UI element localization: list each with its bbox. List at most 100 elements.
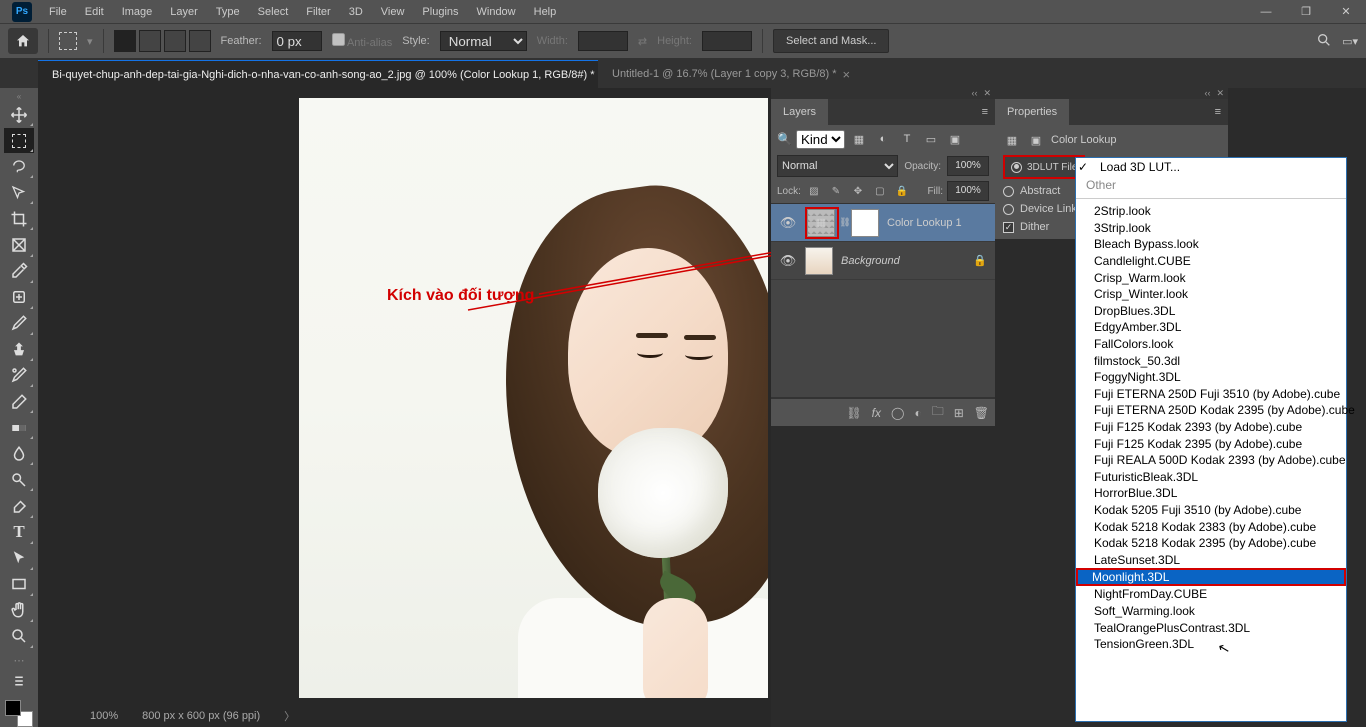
lut-option[interactable]: Fuji REALA 500D Kodak 2393 (by Adobe).cu… <box>1076 452 1346 469</box>
feather-input[interactable] <box>272 31 322 51</box>
lut-option[interactable]: Kodak 5218 Kodak 2395 (by Adobe).cube <box>1076 535 1346 552</box>
tab-document-2[interactable]: Untitled-1 @ 16.7% (Layer 1 copy 3, RGB/… <box>598 60 864 88</box>
eraser-tool[interactable] <box>4 389 34 414</box>
workspace-switcher-icon[interactable]: ▭▾ <box>1342 35 1358 48</box>
lut-option[interactable]: Fuji ETERNA 250D Fuji 3510 (by Adobe).cu… <box>1076 386 1346 403</box>
dodge-tool[interactable] <box>4 467 34 492</box>
fill-value[interactable]: 100% <box>947 181 989 201</box>
lut-option[interactable]: Crisp_Warm.look <box>1076 269 1346 286</box>
lock-transparent-icon[interactable]: ▨ <box>805 182 823 200</box>
lut-option[interactable]: HorrorBlue.3DL <box>1076 485 1346 502</box>
devicelink-radio[interactable] <box>1003 204 1014 215</box>
lut-option[interactable]: Bleach Bypass.look <box>1076 236 1346 253</box>
opacity-value[interactable]: 100% <box>947 156 989 176</box>
select-and-mask-button[interactable]: Select and Mask... <box>773 29 890 53</box>
marquee-tool[interactable] <box>4 128 34 153</box>
filter-smart-icon[interactable]: ▣ <box>945 129 965 149</box>
lut-other[interactable]: Other <box>1076 176 1346 194</box>
eyedropper-tool[interactable] <box>4 259 34 284</box>
visibility-toggle-icon[interactable]: 👁 <box>771 253 805 269</box>
lut-option[interactable]: Candlelight.CUBE <box>1076 253 1346 270</box>
blend-mode-select[interactable]: Normal <box>777 155 898 177</box>
menu-layer[interactable]: Layer <box>161 2 207 22</box>
canvas[interactable] <box>299 98 768 698</box>
menu-view[interactable]: View <box>372 2 414 22</box>
lut-option[interactable]: Kodak 5205 Fuji 3510 (by Adobe).cube <box>1076 502 1346 519</box>
lut-load[interactable]: ✓Load 3D LUT... <box>1076 158 1346 176</box>
lasso-tool[interactable] <box>4 154 34 179</box>
brush-tool[interactable] <box>4 311 34 336</box>
home-button[interactable] <box>8 28 38 54</box>
zoom-tool[interactable] <box>4 624 34 649</box>
menu-file[interactable]: File <box>40 2 76 22</box>
properties-tab[interactable]: Properties <box>995 99 1069 125</box>
blur-tool[interactable] <box>4 441 34 466</box>
visibility-toggle-icon[interactable]: 👁 <box>771 215 805 231</box>
menu-filter[interactable]: Filter <box>297 2 339 22</box>
zoom-level[interactable]: 100% <box>90 710 118 722</box>
link-mask-icon[interactable]: ⛓ <box>839 217 851 228</box>
new-layer-icon[interactable]: ⊞ <box>954 406 964 420</box>
close-panel-icon[interactable]: ✕ <box>983 88 991 99</box>
filter-adjust-icon[interactable]: ◐ <box>873 129 893 149</box>
style-select[interactable]: Normal <box>440 31 527 51</box>
layer-filter-kind[interactable]: Kind <box>796 130 845 149</box>
lut-option[interactable]: TealOrangePlusContrast.3DL <box>1076 619 1346 636</box>
frame-tool[interactable] <box>4 232 34 257</box>
filter-shape-icon[interactable]: ▭ <box>921 129 941 149</box>
layer-name[interactable]: Background <box>835 255 900 267</box>
layer-thumb[interactable] <box>805 247 833 275</box>
hand-tool[interactable] <box>4 598 34 623</box>
history-brush-tool[interactable] <box>4 363 34 388</box>
lut-option[interactable]: Crisp_Winter.look <box>1076 286 1346 303</box>
layer-style-icon[interactable]: fx <box>872 406 881 420</box>
abstract-radio[interactable] <box>1003 186 1014 197</box>
rectangle-tool[interactable] <box>4 572 34 597</box>
layers-tab[interactable]: Layers <box>771 99 828 125</box>
fg-bg-colors[interactable] <box>5 700 33 727</box>
menu-select[interactable]: Select <box>249 2 298 22</box>
menu-3d[interactable]: 3D <box>340 2 372 22</box>
filter-pixel-icon[interactable]: ▦ <box>849 129 869 149</box>
pen-tool[interactable] <box>4 493 34 518</box>
lut-option[interactable]: Moonlight.3DL <box>1076 568 1346 586</box>
menu-window[interactable]: Window <box>468 2 525 22</box>
panel-menu-icon[interactable]: ≡ <box>975 106 995 118</box>
selection-isect-icon[interactable] <box>189 30 211 52</box>
edit-toolbar[interactable] <box>4 668 34 693</box>
mask-thumb[interactable] <box>851 209 879 237</box>
quick-selection-tool[interactable] <box>4 180 34 205</box>
lut-option[interactable]: DropBlues.3DL <box>1076 303 1346 320</box>
lut-option[interactable]: NightFromDay.CUBE <box>1076 586 1346 603</box>
lut-option[interactable]: LateSunset.3DL <box>1076 551 1346 568</box>
lut-option[interactable]: TensionGreen.3DL <box>1076 636 1346 653</box>
close-tab-icon[interactable]: × <box>843 67 851 82</box>
collapse-icon[interactable]: ‹‹ <box>1204 88 1210 99</box>
clone-stamp-tool[interactable] <box>4 337 34 362</box>
lut-option[interactable]: Soft_Warming.look <box>1076 603 1346 620</box>
lut-option[interactable]: EdgyAmber.3DL <box>1076 319 1346 336</box>
lut-option[interactable]: FoggyNight.3DL <box>1076 369 1346 386</box>
lut-option[interactable]: Kodak 5218 Kodak 2383 (by Adobe).cube <box>1076 518 1346 535</box>
lut-option[interactable]: FallColors.look <box>1076 336 1346 353</box>
tab-document-1[interactable]: Bi-quyet-chup-anh-dep-tai-gia-Nghi-dich-… <box>38 60 598 88</box>
window-close-icon[interactable]: ✕ <box>1326 0 1366 23</box>
lock-position-icon[interactable]: ✥ <box>849 182 867 200</box>
adjustment-layer-icon[interactable]: ◐ <box>914 406 921 420</box>
menu-plugins[interactable]: Plugins <box>413 2 467 22</box>
lock-artboard-icon[interactable]: ▢ <box>871 182 889 200</box>
group-icon[interactable]: 🗀 <box>932 402 944 423</box>
selection-add-icon[interactable] <box>139 30 161 52</box>
lock-icon[interactable]: 🔒 <box>973 254 987 267</box>
lut-option[interactable]: Fuji F125 Kodak 2393 (by Adobe).cube <box>1076 419 1346 436</box>
lut-option[interactable]: 3Strip.look <box>1076 220 1346 237</box>
menu-help[interactable]: Help <box>525 2 566 22</box>
window-restore-icon[interactable]: ❐ <box>1286 0 1326 23</box>
layer-color-lookup[interactable]: 👁 ▦ ⛓ Color Lookup 1 <box>771 204 995 242</box>
collapse-icon[interactable]: ‹‹ <box>971 88 977 99</box>
menu-type[interactable]: Type <box>207 2 249 22</box>
lock-image-icon[interactable]: ✎ <box>827 182 845 200</box>
layer-name[interactable]: Color Lookup 1 <box>881 217 962 229</box>
filter-type-icon[interactable]: T <box>897 129 917 149</box>
lut-dropdown[interactable]: ✓Load 3D LUT... Other 2Strip.look3Strip.… <box>1075 157 1347 722</box>
